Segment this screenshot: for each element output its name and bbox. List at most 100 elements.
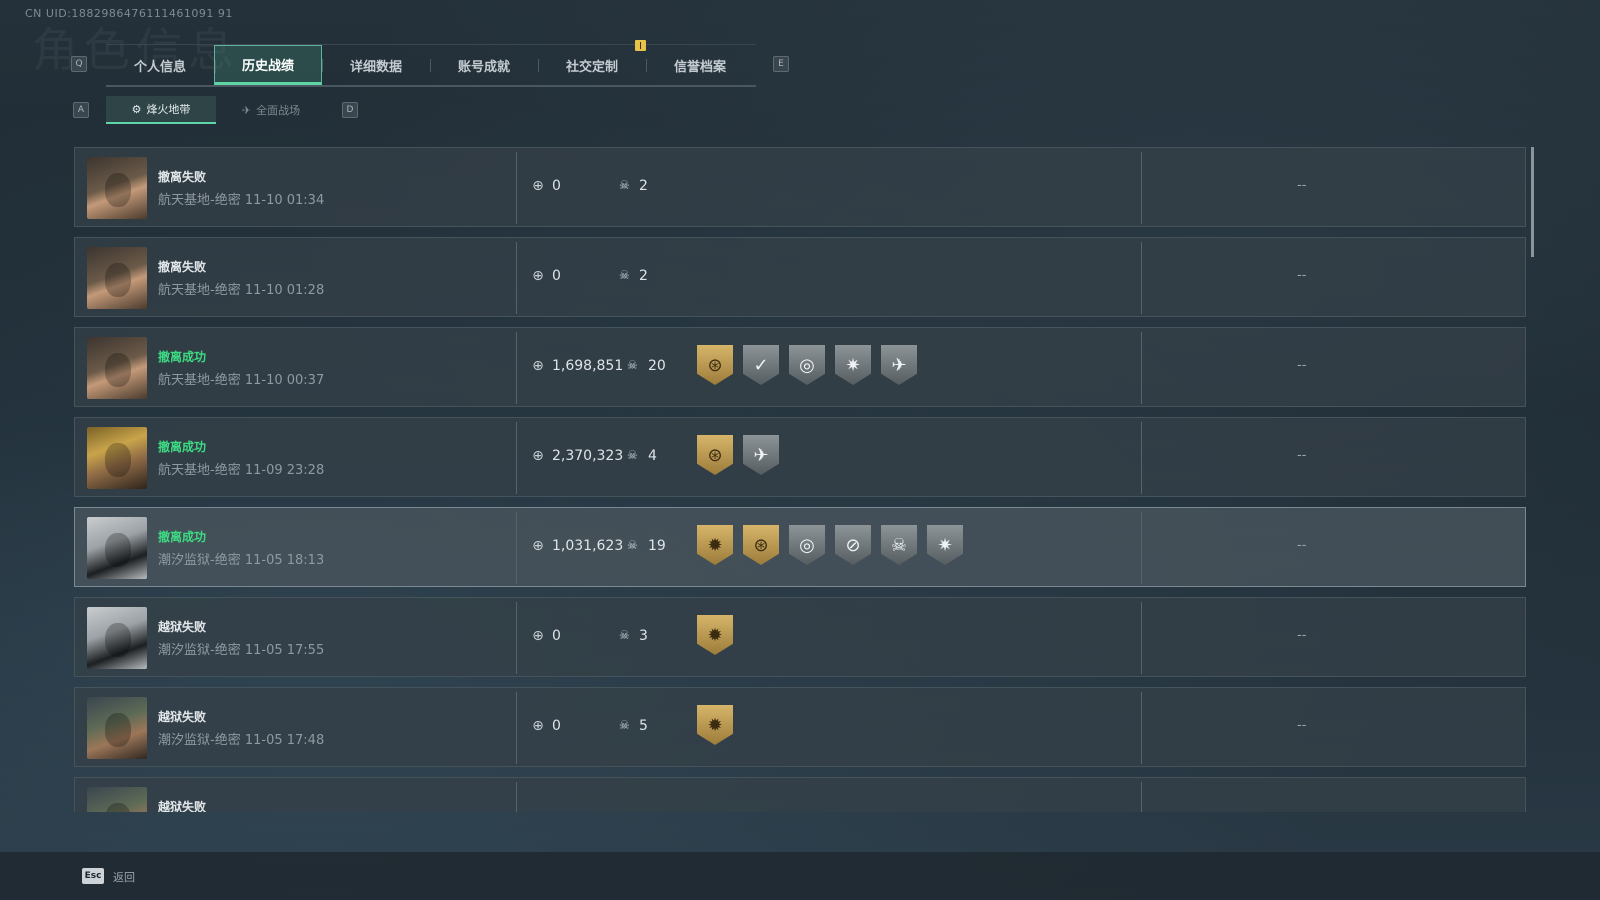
operator-avatar bbox=[87, 787, 147, 812]
sun-burst-medal-icon[interactable]: ✹ bbox=[697, 615, 733, 655]
star-burst-medal-icon[interactable]: ✷ bbox=[835, 345, 871, 385]
star-burst-medal-icon[interactable]: ✷ bbox=[927, 525, 963, 565]
match-row[interactable]: 越狱失败 bbox=[74, 777, 1526, 812]
coin-icon: ⊕ bbox=[532, 538, 544, 554]
extra-info: -- bbox=[1297, 628, 1307, 643]
full-warfare-icon: ✈ bbox=[241, 103, 252, 117]
skull-icon: ☠ bbox=[627, 358, 638, 372]
match-row[interactable]: 撤离成功航天基地-绝密 11-10 00:37 ⊕ 1,698,851 ☠ 20 ⊛ ✓ ◎ ✷… bbox=[74, 327, 1526, 407]
slash-crosshair-medal-icon[interactable]: ⊘ bbox=[835, 525, 871, 565]
extracted-value: 2,370,323 bbox=[552, 448, 624, 464]
rocket-medal-icon[interactable]: ✈ bbox=[743, 435, 779, 475]
map-name: 潮汐监狱-绝密 bbox=[158, 553, 241, 568]
map-name: 航天基地-绝密 bbox=[158, 373, 241, 388]
match-time: 11-05 17:55 bbox=[244, 643, 325, 658]
map-name: 潮汐监狱-绝密 bbox=[158, 733, 241, 748]
extra-info: -- bbox=[1297, 178, 1307, 193]
match-time: 11-10 00:37 bbox=[244, 373, 325, 388]
coin-icon: ⊕ bbox=[532, 268, 544, 284]
match-status: 撤离成功 bbox=[158, 350, 207, 364]
operator-avatar bbox=[87, 607, 147, 669]
extra-info: -- bbox=[1297, 718, 1307, 733]
map-name: 航天基地-绝密 bbox=[158, 283, 241, 298]
extracted-value: 1,031,623 bbox=[552, 538, 624, 554]
kill-count: 4 bbox=[648, 448, 657, 464]
match-status: 越狱失败 bbox=[158, 710, 207, 724]
match-row[interactable]: 撤离成功 航天基地-绝密 11-09 23:28 ⊕ 2,370,323 ☠ 4 ⊛ ✈ -- bbox=[74, 417, 1526, 497]
key-e-hint[interactable]: E bbox=[773, 56, 789, 72]
match-status: 撤离成功 bbox=[158, 440, 207, 454]
match-map-time: 航天基地-绝密 11-10 01:34 bbox=[158, 189, 324, 208]
rocket-medal-icon[interactable]: ✈ bbox=[881, 345, 917, 385]
scrollbar[interactable] bbox=[1531, 147, 1534, 257]
extracted-value: 0 bbox=[552, 628, 561, 644]
tab-credit-record[interactable]: 信誉档案 bbox=[646, 45, 754, 85]
match-history-list[interactable]: 撤离失败 航天基地-绝密 11-10 01:34 ⊕ 0 ☠ 2 -- 撤离失败 航天基地-绝密… bbox=[74, 147, 1526, 812]
kill-count: 20 bbox=[648, 358, 666, 374]
subtab-label: 全面战场 bbox=[256, 104, 301, 117]
extracted-value: 1,698,851 bbox=[552, 358, 624, 374]
target-medal-icon[interactable]: ⊛ bbox=[697, 435, 733, 475]
map-name: 潮汐监狱-绝密 bbox=[158, 643, 241, 658]
match-status: 撤离成功 bbox=[158, 530, 207, 544]
subtab-hazard-zone[interactable]: ⚙ 烽火地带 bbox=[106, 96, 216, 124]
match-time: 11-10 01:28 bbox=[244, 283, 325, 298]
medal-list: ⊛ ✈ bbox=[697, 435, 779, 475]
coin-icon: ⊕ bbox=[532, 628, 544, 644]
medal-list: ⊛ ✓ ◎ ✷ ✈ bbox=[697, 345, 917, 385]
key-d-hint[interactable]: D bbox=[342, 102, 358, 118]
match-time: 11-09 23:28 bbox=[244, 463, 325, 478]
tab-achievements[interactable]: 账号成就 bbox=[430, 45, 538, 85]
skull-icon: ☠ bbox=[627, 538, 638, 552]
match-map-time: 潮汐监狱-绝密 11-05 18:13 bbox=[158, 549, 324, 568]
tab-personal-info[interactable]: 个人信息 bbox=[106, 45, 214, 85]
medal-list: ✹ bbox=[697, 705, 733, 745]
extra-info: -- bbox=[1297, 358, 1307, 373]
skull-target-medal-icon[interactable]: ☠ bbox=[881, 525, 917, 565]
match-row[interactable]: 越狱失败 潮汐监狱-绝密 11-05 17:48 ⊕ 0 ☠ 5 ✹ -- bbox=[74, 687, 1526, 767]
kill-count: 2 bbox=[639, 268, 648, 284]
medal-list: ✹ bbox=[697, 615, 733, 655]
tab-match-history[interactable]: 历史战绩 bbox=[214, 45, 322, 85]
divider bbox=[1141, 602, 1142, 674]
extra-info: -- bbox=[1297, 448, 1307, 463]
kill-count: 19 bbox=[648, 538, 666, 554]
coin-icon: ⊕ bbox=[532, 358, 544, 374]
match-row[interactable]: 撤离失败 航天基地-绝密 11-10 01:34 ⊕ 0 ☠ 2 -- bbox=[74, 147, 1526, 227]
key-q-hint[interactable]: Q bbox=[71, 56, 87, 72]
divider bbox=[516, 782, 517, 812]
tab-social-custom[interactable]: 社交定制 bbox=[538, 45, 646, 85]
match-row[interactable]: 越狱失败 潮汐监狱-绝密 11-05 17:55 ⊕ 0 ☠ 3 ✹ -- bbox=[74, 597, 1526, 677]
subtab-full-warfare[interactable]: ✈ 全面战场 bbox=[216, 96, 326, 124]
key-a-hint[interactable]: A bbox=[73, 102, 89, 118]
coin-icon: ⊕ bbox=[532, 178, 544, 194]
extracted-value: 0 bbox=[552, 178, 561, 194]
match-status: 撤离失败 bbox=[158, 260, 207, 274]
tab-detailed-data[interactable]: 详细数据 bbox=[322, 45, 430, 85]
skull-icon: ☠ bbox=[619, 268, 630, 282]
match-map-time: 航天基地-绝密 11-09 23:28 bbox=[158, 459, 324, 478]
match-map-time: 航天基地-绝密 11-10 00:37 bbox=[158, 369, 324, 388]
match-time: 11-05 17:48 bbox=[244, 733, 325, 748]
crosshair-medal-icon[interactable]: ◎ bbox=[789, 345, 825, 385]
sun-burst-medal-icon[interactable]: ✹ bbox=[697, 705, 733, 745]
divider bbox=[516, 692, 517, 764]
match-status: 越狱失败 bbox=[158, 800, 207, 812]
divider bbox=[1141, 242, 1142, 314]
back-button-label[interactable]: 返回 bbox=[113, 869, 135, 885]
skull-icon: ☠ bbox=[619, 178, 630, 192]
target-medal-icon[interactable]: ⊛ bbox=[697, 345, 733, 385]
medal-list: ✹ ⊛ ◎ ⊘ ☠ ✷ bbox=[697, 525, 963, 565]
match-row[interactable]: 撤离成功 潮汐监狱-绝密 11-05 18:13 ⊕ 1,031,623 ☠ 19 ✹ ⊛ ◎ ⊘… bbox=[74, 507, 1526, 587]
skull-icon: ☠ bbox=[619, 628, 630, 642]
sun-burst-medal-icon[interactable]: ✹ bbox=[697, 525, 733, 565]
map-name: 航天基地-绝密 bbox=[158, 193, 241, 208]
operator-avatar bbox=[87, 697, 147, 759]
match-row[interactable]: 撤离失败 航天基地-绝密 11-10 01:28 ⊕ 0 ☠ 2 -- bbox=[74, 237, 1526, 317]
match-status: 撤离失败 bbox=[158, 170, 207, 184]
divider bbox=[516, 512, 517, 584]
crosshair-medal-icon[interactable]: ◎ bbox=[789, 525, 825, 565]
esc-key-icon[interactable]: Esc bbox=[82, 868, 104, 884]
shield-check-medal-icon[interactable]: ✓ bbox=[743, 345, 779, 385]
target-medal-icon[interactable]: ⊛ bbox=[743, 525, 779, 565]
